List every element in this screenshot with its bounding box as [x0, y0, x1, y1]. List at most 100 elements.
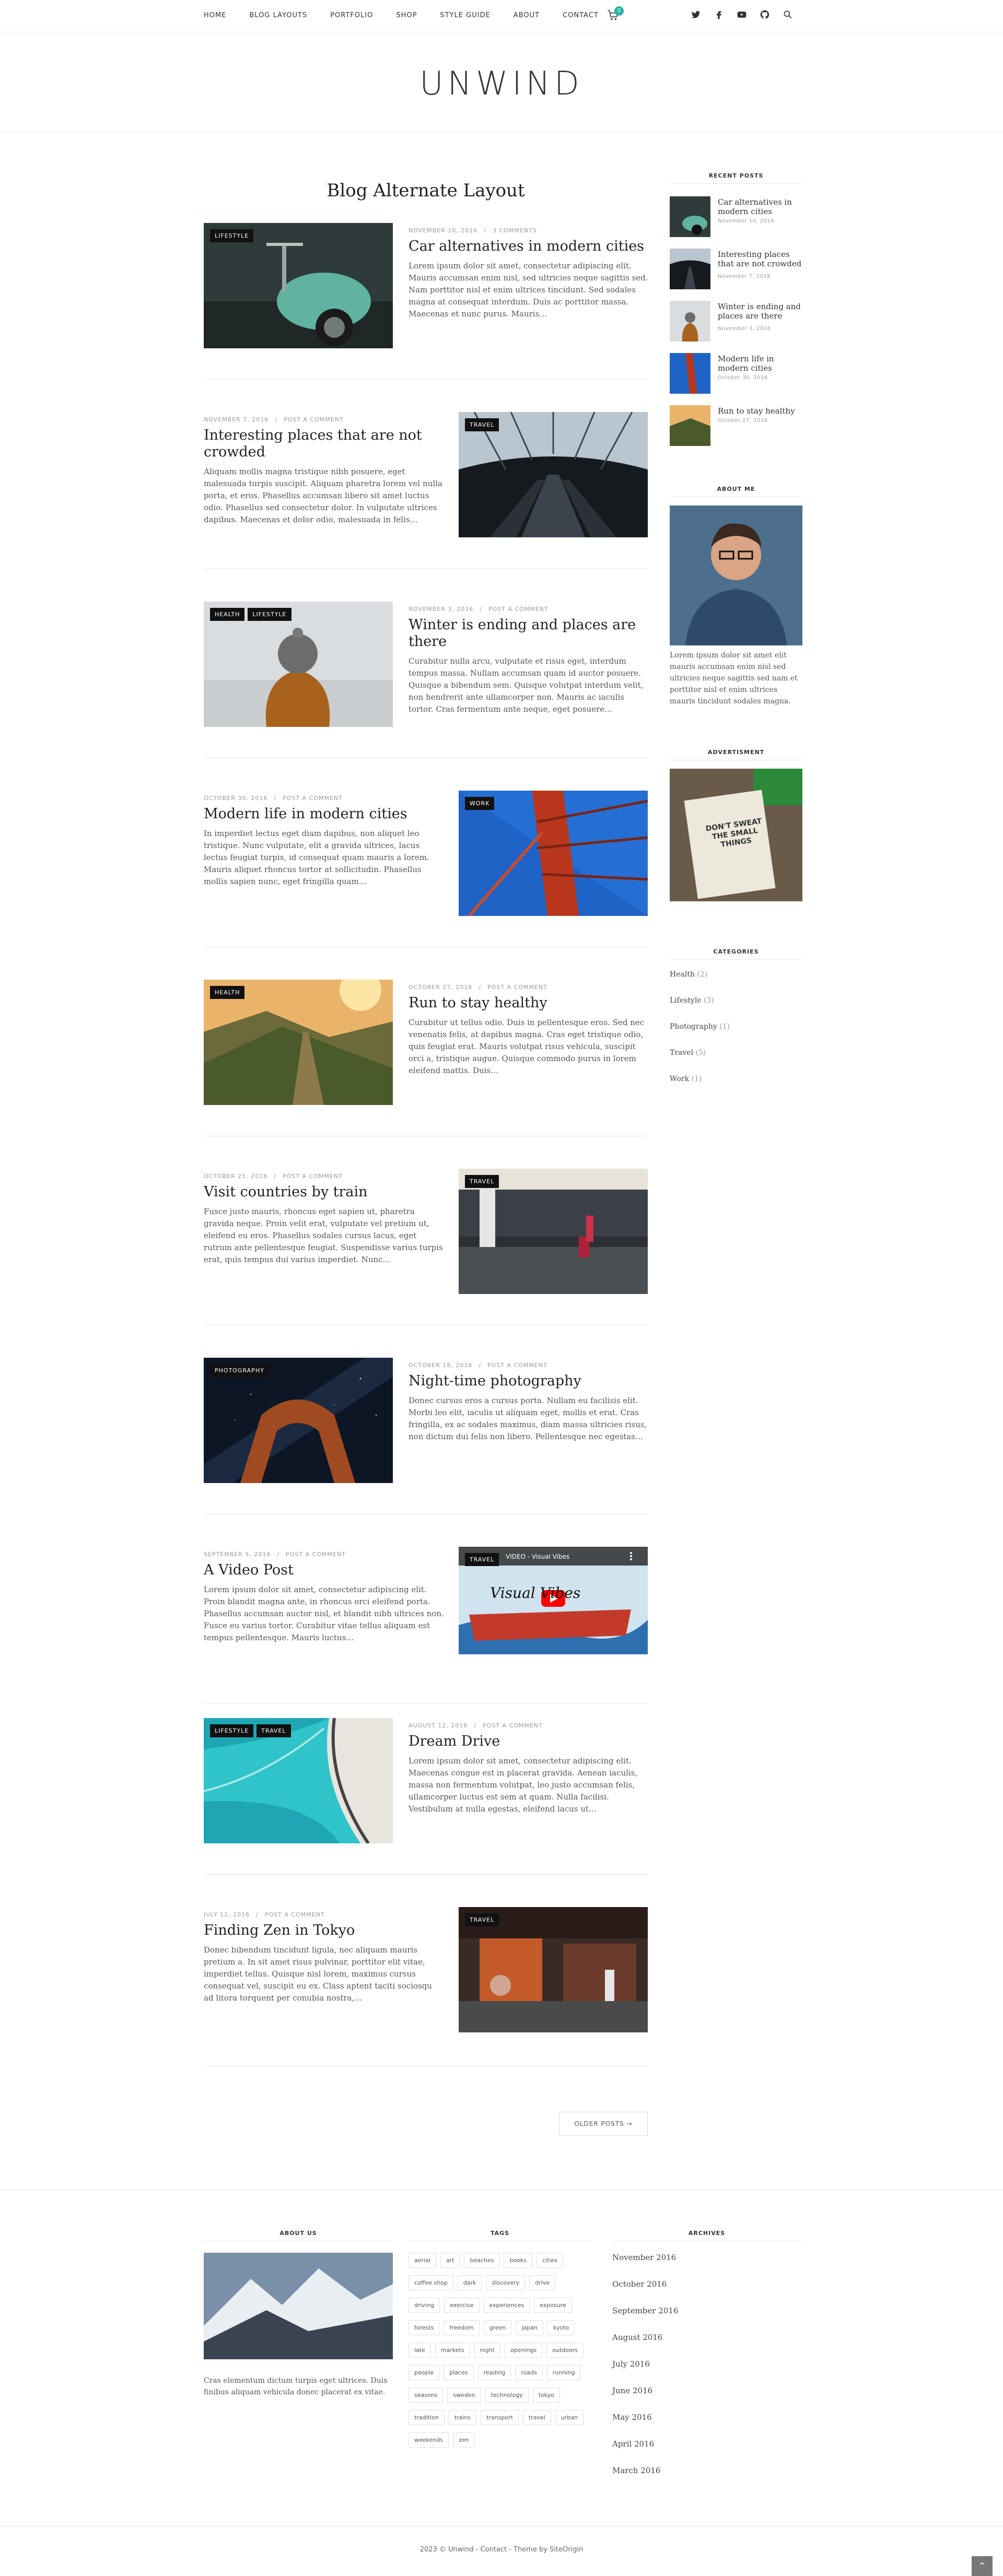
post-title[interactable]: Night-time photography: [409, 1373, 649, 1390]
cart-button[interactable]: 0: [606, 6, 624, 23]
post-comments[interactable]: 3 COMMENTS: [493, 227, 537, 234]
post-comments[interactable]: POST A COMMENT: [487, 1362, 547, 1369]
category-badge[interactable]: PHOTOGRAPHY: [210, 1364, 269, 1377]
post-title[interactable]: Winter is ending and places are there: [409, 617, 649, 650]
nav-home[interactable]: HOME: [204, 11, 226, 19]
category-badge[interactable]: LIFESTYLE: [210, 229, 254, 242]
post-date[interactable]: NOVEMBER 7, 2016: [204, 416, 269, 423]
post-thumbnail[interactable]: TRAVEL: [459, 412, 648, 537]
category-badge[interactable]: HEALTH: [210, 608, 245, 621]
tag-link[interactable]: aerial: [409, 2253, 436, 2268]
tag-link[interactable]: markets: [435, 2343, 470, 2358]
post-date[interactable]: OCTOBER 18, 2016: [409, 1362, 472, 1369]
post-thumbnail[interactable]: TRAVEL: [459, 1907, 648, 2032]
category-link[interactable]: Travel (5): [670, 1049, 706, 1057]
tag-link[interactable]: books: [504, 2253, 533, 2268]
tag-link[interactable]: freedom: [444, 2320, 480, 2335]
post-date[interactable]: SEPTEMBER 5, 2016: [204, 1551, 271, 1558]
category-badge[interactable]: TRAVEL: [465, 1913, 499, 1926]
post-comments[interactable]: POST A COMMENT: [283, 795, 343, 802]
tag-link[interactable]: forests: [409, 2320, 440, 2335]
archive-link[interactable]: June 2016: [612, 2386, 801, 2413]
recent-post-title[interactable]: Run to stay healthy: [718, 406, 802, 416]
category-badge[interactable]: TRAVEL: [256, 1724, 291, 1737]
post-thumbnail[interactable]: WORK: [459, 791, 648, 916]
tag-link[interactable]: exercise: [444, 2298, 480, 2313]
post-comments[interactable]: POST A COMMENT: [286, 1551, 346, 1558]
archive-link[interactable]: October 2016: [612, 2279, 801, 2306]
advertisement-banner[interactable]: DON'T SWEAT THE SMALL THINGS: [670, 769, 802, 901]
post-title[interactable]: Car alternatives in modern cities: [409, 238, 649, 255]
tag-link[interactable]: drive: [529, 2275, 556, 2290]
tag-link[interactable]: people: [409, 2365, 440, 2380]
tag-link[interactable]: trains: [448, 2410, 477, 2425]
category-link[interactable]: Health (2): [670, 970, 707, 979]
tag-link[interactable]: seasons: [409, 2387, 444, 2403]
tag-link[interactable]: cities: [537, 2253, 564, 2268]
recent-post-item[interactable]: Modern life in modern cities October 30,…: [670, 353, 802, 394]
post-date[interactable]: NOVEMBER 10, 2016: [409, 227, 477, 234]
archive-link[interactable]: March 2016: [612, 2466, 801, 2492]
category-name[interactable]: Lifestyle: [670, 996, 702, 1005]
post-comments[interactable]: POST A COMMENT: [487, 984, 547, 991]
tag-link[interactable]: openings: [504, 2343, 543, 2358]
post-thumbnail[interactable]: LIFESTYLE TRAVEL: [204, 1718, 393, 1843]
tag-link[interactable]: green: [483, 2320, 512, 2335]
category-badge[interactable]: LIFESTYLE: [210, 1724, 254, 1737]
tag-link[interactable]: tradition: [409, 2410, 445, 2425]
tag-link[interactable]: technology: [485, 2387, 529, 2403]
post-comments[interactable]: POST A COMMENT: [284, 416, 344, 423]
tag-link[interactable]: driving: [409, 2298, 440, 2313]
tag-link[interactable]: coffee shop: [409, 2275, 453, 2290]
post-thumbnail[interactable]: TRAVEL: [459, 1169, 648, 1294]
post-title[interactable]: Finding Zen in Tokyo: [204, 1922, 444, 1939]
category-name[interactable]: Health: [670, 970, 695, 979]
tag-link[interactable]: zen: [452, 2432, 475, 2448]
search-icon[interactable]: [783, 9, 794, 21]
post-comments[interactable]: POST A COMMENT: [265, 1911, 325, 1918]
category-badge[interactable]: TRAVEL: [465, 1553, 499, 1566]
tag-link[interactable]: outdoors: [546, 2343, 584, 2358]
post-title[interactable]: Visit countries by train: [204, 1184, 444, 1201]
tag-link[interactable]: transport: [481, 2410, 519, 2425]
video-embed[interactable]: Visual Vibes VIDEO - Visual Vibes TRAVEL: [459, 1547, 648, 1654]
post-title[interactable]: Dream Drive: [409, 1733, 649, 1750]
site-logo[interactable]: UNWIND: [0, 64, 1003, 102]
post-date[interactable]: NOVEMBER 3, 2016: [409, 606, 473, 613]
post-title[interactable]: Run to stay healthy: [409, 995, 649, 1011]
archive-link[interactable]: August 2016: [612, 2333, 801, 2359]
post-date[interactable]: OCTOBER 30, 2016: [204, 795, 267, 802]
nav-contact[interactable]: CONTACT: [563, 11, 599, 19]
scroll-to-top-button[interactable]: ⌃: [972, 2556, 993, 2576]
nav-portfolio[interactable]: PORTFOLIO: [330, 11, 373, 19]
recent-post-item[interactable]: Car alternatives in modern cities Novemb…: [670, 196, 802, 237]
post-date[interactable]: JULY 12, 2016: [204, 1911, 250, 1918]
tag-link[interactable]: beaches: [464, 2253, 500, 2268]
tag-link[interactable]: experiences: [483, 2298, 530, 2313]
tag-link[interactable]: dark: [457, 2275, 482, 2290]
recent-post-title[interactable]: Car alternatives in modern cities: [718, 197, 802, 216]
tag-link[interactable]: exposure: [534, 2298, 572, 2313]
category-badge[interactable]: TRAVEL: [465, 1175, 499, 1188]
tag-link[interactable]: discovery: [486, 2275, 526, 2290]
archive-link[interactable]: November 2016: [612, 2253, 801, 2279]
post-thumbnail[interactable]: HEALTH LIFESTYLE: [204, 602, 393, 727]
facebook-icon[interactable]: [714, 9, 725, 21]
post-thumbnail[interactable]: HEALTH: [204, 980, 393, 1105]
tag-link[interactable]: roads: [515, 2365, 543, 2380]
post-date[interactable]: OCTOBER 27, 2016: [409, 984, 472, 991]
recent-post-title[interactable]: Winter is ending and places are there: [718, 302, 802, 321]
tag-link[interactable]: art: [440, 2253, 460, 2268]
tag-link[interactable]: night: [474, 2343, 500, 2358]
tag-link[interactable]: places: [444, 2365, 474, 2380]
tag-link[interactable]: japan: [516, 2320, 543, 2335]
post-thumbnail[interactable]: LIFESTYLE: [204, 223, 393, 348]
category-link[interactable]: Work (1): [670, 1075, 702, 1083]
archive-link[interactable]: April 2016: [612, 2439, 801, 2466]
category-badge[interactable]: TRAVEL: [465, 418, 499, 431]
category-name[interactable]: Travel: [670, 1049, 693, 1057]
older-posts-button[interactable]: OLDER POSTS →: [559, 2112, 648, 2136]
tag-link[interactable]: running: [546, 2365, 581, 2380]
category-link[interactable]: Photography (1): [670, 1022, 730, 1031]
category-name[interactable]: Work: [670, 1075, 689, 1083]
